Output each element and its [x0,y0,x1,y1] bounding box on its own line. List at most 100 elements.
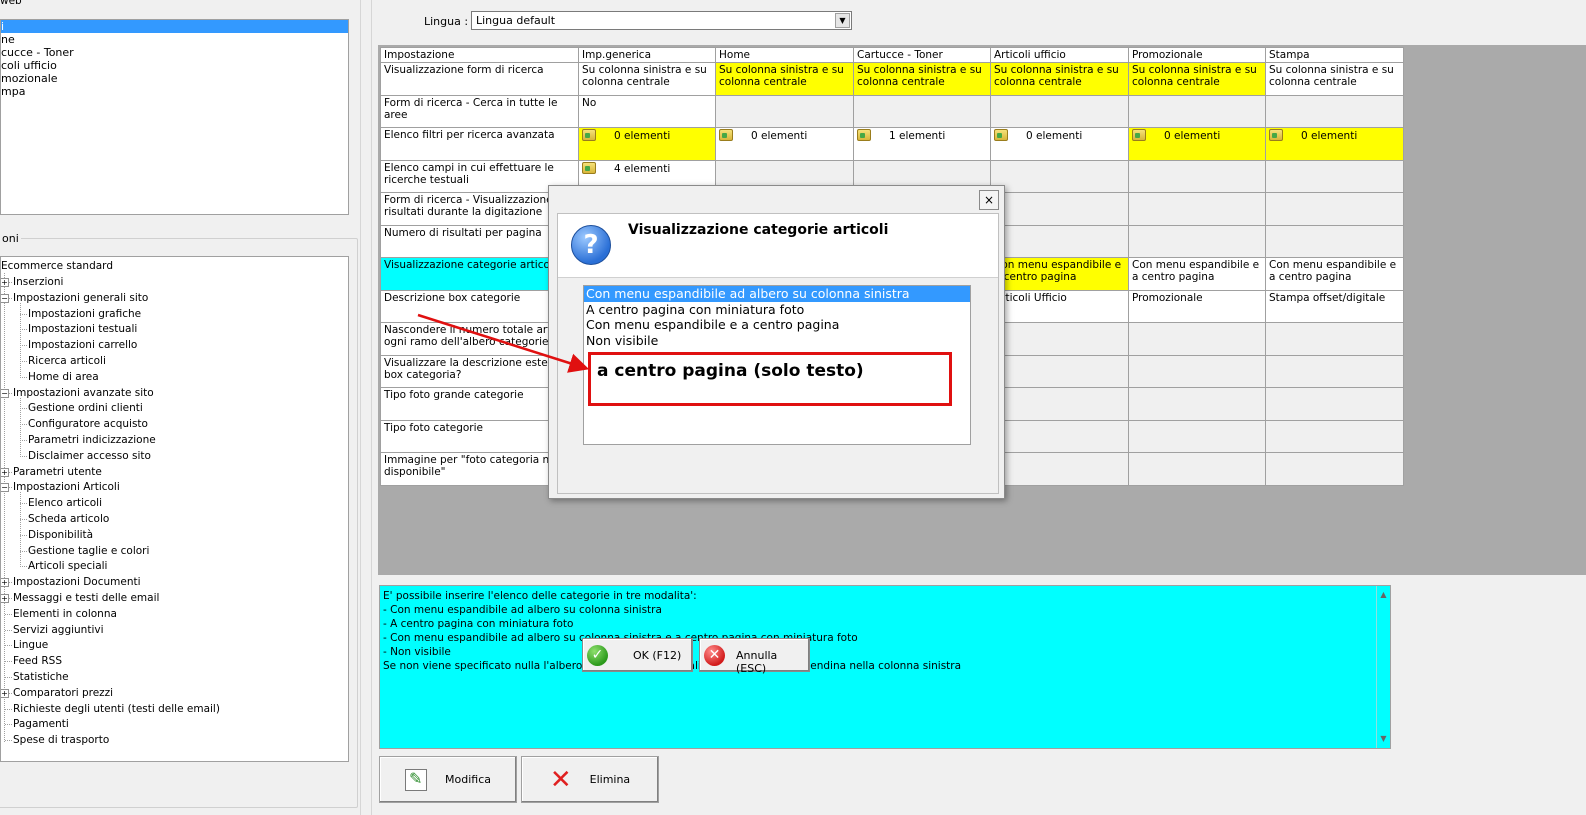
tree-node[interactable]: Pagamenti [13,717,69,731]
tree-node[interactable]: Lingue [13,638,48,652]
areas-list-item[interactable]: cucce - Toner [1,46,348,59]
areas-list-item[interactable]: ne [1,33,348,46]
tree-node[interactable]: Gestione taglie e colori [28,544,149,558]
grid-cell[interactable] [1128,224,1266,258]
grid-cell[interactable]: 0 elementi [1128,127,1266,161]
chevron-down-icon[interactable]: ▼ [835,13,850,28]
tree-node[interactable]: Messaggi e testi delle email [13,591,159,605]
tree-node[interactable]: Elenco articoli [28,496,102,510]
grid-cell[interactable] [1265,159,1404,193]
tree-node[interactable]: Configuratore acquisto [28,417,148,431]
tree-node[interactable]: Gestione ordini clienti [28,401,143,415]
grid-cell[interactable]: Con menu espandibile e a centro pagina [1128,257,1266,291]
tree-node[interactable]: Impostazioni generali sito [13,291,148,305]
grid-cell[interactable] [1265,322,1404,356]
grid-row[interactable]: Elenco filtri per ricerca avanzata 0 elem… [380,127,1404,161]
tree-node[interactable]: Servizi aggiuntivi [13,623,104,637]
tree-node[interactable]: Richieste degli utenti (testi delle emai… [13,702,220,716]
tree-node[interactable]: Ricerca articoli [28,354,106,368]
grid-cell[interactable] [1128,94,1266,128]
grid-cell[interactable]: Su colonna sinistra e su colonna central… [578,62,716,96]
grid-cell[interactable]: No [578,94,716,128]
grid-cell[interactable]: 0 elementi [990,127,1129,161]
tree-node[interactable]: Disclaimer accesso sito [28,449,151,463]
collapse-icon[interactable]: − [1,483,9,493]
splitter[interactable] [360,0,372,815]
grid-header[interactable]: Articoli ufficio [990,47,1129,63]
language-select[interactable]: Lingua default ▼ [471,11,852,30]
grid-cell[interactable] [990,192,1129,226]
grid-cell[interactable]: 0 elementi [578,127,716,161]
tree-node[interactable]: Impostazioni Articoli [13,480,120,494]
delete-button[interactable]: ✕ Elimina [521,756,659,803]
collapse-icon[interactable]: − [1,293,9,303]
grid-cell[interactable]: 0 elementi [715,127,854,161]
areas-list-item[interactable]: coli ufficio [1,59,348,72]
tree-node[interactable]: Elementi in colonna [13,607,117,621]
grid-cell[interactable]: Su colonna sinistra e su colonna central… [990,62,1129,96]
grid-cell[interactable] [1265,224,1404,258]
grid-cell[interactable] [990,387,1129,421]
grid-cell[interactable]: Promozionale [1128,289,1266,323]
grid-cell[interactable]: 0 elementi [1265,127,1404,161]
option-item[interactable]: A centro pagina con miniatura foto [584,302,970,318]
grid-cell[interactable]: 1 elementi [853,127,991,161]
grid-cell[interactable]: Articoli Ufficio [990,289,1129,323]
grid-cell[interactable] [990,94,1129,128]
grid-cell[interactable] [1265,387,1404,421]
tree-node[interactable]: Disponibilità [28,528,93,542]
expand-icon[interactable]: + [1,578,9,588]
collapse-icon[interactable]: − [1,388,9,398]
grid-cell[interactable] [990,452,1129,486]
ok-button[interactable]: ✓ OK (F12) [582,638,693,672]
grid-cell[interactable] [1128,354,1266,388]
tree-node[interactable]: Inserzioni [13,275,63,289]
expand-icon[interactable]: + [1,467,9,477]
grid-cell[interactable] [990,322,1129,356]
folder-icon[interactable] [719,129,733,141]
grid-row-label[interactable]: Visualizzazione form di ricerca [380,62,579,96]
grid-row[interactable]: Form di ricerca - Cerca in tutte le aree… [380,94,1404,128]
option-item[interactable]: Con menu espandibile e a centro pagina [584,317,970,333]
tree-node[interactable]: Impostazioni carrello [28,338,137,352]
folder-icon[interactable] [582,129,596,141]
tree-node[interactable]: Statistiche [13,670,69,684]
grid-cell[interactable] [1265,94,1404,128]
areas-list-item[interactable]: i [1,20,348,33]
grid-cell[interactable] [1128,419,1266,453]
grid-cell[interactable] [990,354,1129,388]
grid-cell[interactable] [715,94,854,128]
folder-icon[interactable] [1269,129,1283,141]
tree-node[interactable]: Impostazioni avanzate sito [13,386,154,400]
grid-cell[interactable] [990,224,1129,258]
grid-header[interactable]: Home [715,47,854,63]
tree-node[interactable]: Parametri indicizzazione [28,433,156,447]
areas-list-item[interactable]: mozionale [1,72,348,85]
grid-header[interactable]: Promozionale [1128,47,1266,63]
tree-node[interactable]: Impostazioni testuali [28,322,137,336]
grid-row-label[interactable]: Elenco filtri per ricerca avanzata [380,127,579,161]
grid-cell[interactable]: Su colonna sinistra e su colonna central… [715,62,854,96]
description-scrollbar[interactable]: ▲ ▼ [1376,586,1390,748]
grid-header[interactable]: Impostazione [380,47,579,63]
tree-root[interactable]: Ecommerce standard [1,259,113,273]
tree-node[interactable]: Parametri utente [13,465,102,479]
grid-cell[interactable] [990,159,1129,193]
expand-icon[interactable]: + [1,278,9,287]
grid-header[interactable]: Imp.generica [578,47,716,63]
grid-cell[interactable] [1128,192,1266,226]
folder-icon[interactable] [582,161,596,174]
expand-icon[interactable]: + [1,688,9,698]
grid-row-label[interactable]: Form di ricerca - Cerca in tutte le aree [380,94,579,128]
grid-cell[interactable]: Su colonna sinistra e su colonna central… [1128,62,1266,96]
grid-cell[interactable] [853,94,991,128]
grid-cell[interactable]: Su colonna sinistra e su colonna central… [1265,62,1404,96]
option-item[interactable]: Con menu espandibile ad albero su colonn… [584,286,970,302]
grid-cell[interactable] [990,419,1129,453]
folder-icon[interactable] [1132,129,1146,141]
grid-cell[interactable] [1128,387,1266,421]
grid-cell[interactable] [1128,322,1266,356]
folder-icon[interactable] [857,129,871,141]
grid-header[interactable]: Cartucce - Toner [853,47,991,63]
tree-node[interactable]: Spese di trasporto [13,733,109,747]
